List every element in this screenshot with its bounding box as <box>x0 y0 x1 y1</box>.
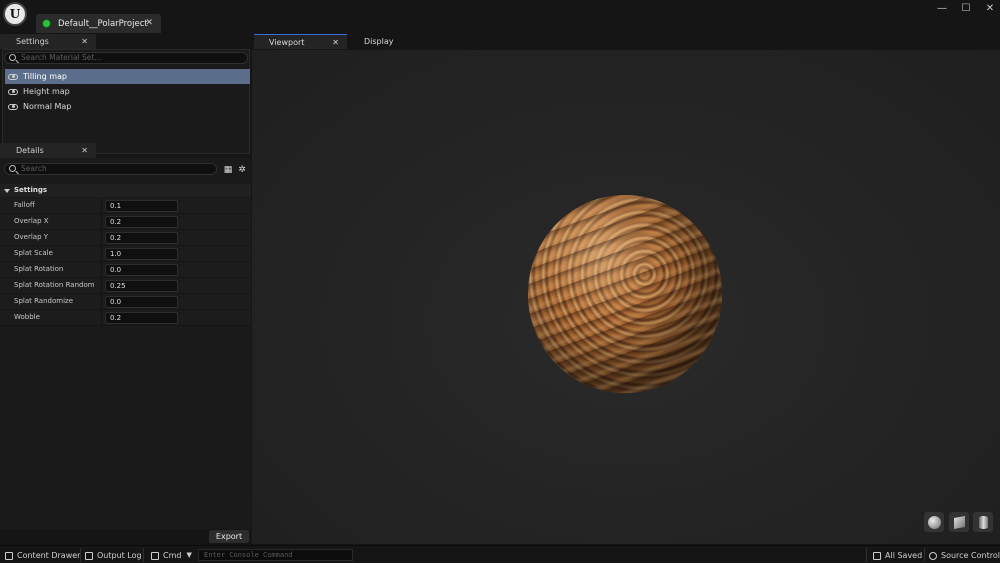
falloff-input[interactable]: 0.1 <box>105 200 178 212</box>
terminal-icon <box>151 551 159 560</box>
viewport[interactable] <box>252 50 1000 544</box>
project-title: Default__PolarProject <box>58 18 148 29</box>
section-label: Settings <box>14 186 48 194</box>
material-set-search-input[interactable]: Search Material Set... <box>4 52 248 64</box>
save-icon <box>873 551 881 560</box>
tab-viewport[interactable]: Viewport ✕ <box>254 34 347 49</box>
layer-item-height-map[interactable]: Height map <box>5 84 250 99</box>
layer-label: Normal Map <box>23 102 72 111</box>
property-name: Overlap Y <box>14 233 49 241</box>
property-name: Splat Randomize <box>14 297 73 305</box>
property-name: Splat Rotation <box>14 265 64 273</box>
property-name: Wobble <box>14 313 40 321</box>
details-search-input[interactable]: Search <box>4 163 217 175</box>
project-tab[interactable]: Default__PolarProject ✕ <box>36 14 161 33</box>
settings-gear-icon[interactable]: ✲ <box>237 165 247 175</box>
property-row-splat-rotation-random: Splat Rotation Random 0.25 <box>0 278 251 294</box>
content-drawer-button[interactable]: Content Drawer <box>5 549 80 562</box>
status-bar: Content Drawer Output Log Cmd ▼ Enter Co… <box>0 545 1000 563</box>
title-bar: U Default__PolarProject ✕ — ☐ ✕ <box>0 0 1000 34</box>
splat-randomize-input[interactable]: 0.0 <box>105 296 178 308</box>
overlap-y-input[interactable]: 0.2 <box>105 232 178 244</box>
export-button[interactable]: Export <box>209 530 249 543</box>
close-details-tab-icon[interactable]: ✕ <box>81 143 88 158</box>
close-settings-tab-icon[interactable]: ✕ <box>81 34 88 49</box>
source-control-icon <box>929 551 937 560</box>
layer-label: Height map <box>23 87 70 96</box>
property-row-overlap-y: Overlap Y 0.2 <box>0 230 251 246</box>
chevron-down-icon: ▼ <box>186 551 192 559</box>
property-row-falloff: Falloff 0.1 <box>0 198 251 214</box>
material-set-list: Search Material Set... Tilling map Heigh… <box>2 49 250 154</box>
all-saved-indicator[interactable]: All Saved <box>873 549 922 562</box>
property-row-splat-scale: Splat Scale 1.0 <box>0 246 251 262</box>
property-row-splat-randomize: Splat Randomize 0.0 <box>0 294 251 310</box>
unreal-logo-icon[interactable]: U <box>3 2 27 26</box>
settings-section-header[interactable]: Settings <box>0 184 251 197</box>
cmd-label: Cmd <box>163 551 182 560</box>
output-log-icon <box>85 551 93 560</box>
left-panels: Settings ✕ Search Material Set... Tillin… <box>0 34 251 544</box>
layer-label: Tilling map <box>23 72 67 81</box>
close-project-tab-icon[interactable]: ✕ <box>145 18 153 28</box>
cylinder-icon[interactable] <box>973 512 993 532</box>
tab-details[interactable]: Details ✕ <box>0 143 96 158</box>
table-view-icon[interactable]: ▦ <box>223 165 233 175</box>
eye-icon[interactable] <box>8 88 18 95</box>
content-drawer-icon <box>5 551 13 560</box>
source-control-label: Source Control <box>941 551 1000 560</box>
search-icon <box>9 165 16 172</box>
cube-icon[interactable] <box>949 512 969 532</box>
project-icon <box>42 19 51 28</box>
output-log-button[interactable]: Output Log <box>85 549 142 562</box>
display-menu[interactable]: Display <box>364 34 394 49</box>
property-name: Falloff <box>14 201 35 209</box>
property-row-overlap-x: Overlap X 0.2 <box>0 214 251 230</box>
splat-rotation-input[interactable]: 0.0 <box>105 264 178 276</box>
console-command-input[interactable]: Enter Console Command <box>198 549 353 561</box>
wobble-input[interactable]: 0.2 <box>105 312 178 324</box>
property-row-splat-rotation: Splat Rotation 0.0 <box>0 262 251 278</box>
eye-icon[interactable] <box>8 73 18 80</box>
layer-item-normal-map[interactable]: Normal Map <box>5 99 250 114</box>
tab-viewport-label: Viewport <box>269 38 305 47</box>
collapse-arrow-icon[interactable] <box>4 189 10 193</box>
property-name: Splat Rotation Random <box>14 281 95 289</box>
source-control-button[interactable]: Source Control <box>929 549 1000 562</box>
viewport-tab-bar: Viewport ✕ Display <box>251 34 1000 50</box>
splat-rotation-random-input[interactable]: 0.25 <box>105 280 178 292</box>
all-saved-label: All Saved <box>885 551 923 560</box>
property-row-wobble: Wobble 0.2 <box>0 310 251 326</box>
output-log-label: Output Log <box>97 551 142 560</box>
close-window-button[interactable]: ✕ <box>980 2 1000 16</box>
material-preview-sphere <box>528 195 722 393</box>
property-name: Splat Scale <box>14 249 53 257</box>
tab-details-label: Details <box>16 146 44 155</box>
tab-settings-label: Settings <box>16 37 49 46</box>
details-panel: Search ▦ ✲ Settings Falloff 0.1 Overlap … <box>0 158 251 529</box>
sphere-icon[interactable] <box>924 512 944 532</box>
overlap-x-input[interactable]: 0.2 <box>105 216 178 228</box>
maximize-button[interactable]: ☐ <box>956 2 976 16</box>
cmd-dropdown[interactable]: Cmd ▼ <box>151 549 192 562</box>
layer-item-tilling-map[interactable]: Tilling map <box>5 69 250 84</box>
content-drawer-label: Content Drawer <box>17 551 81 560</box>
tab-settings[interactable]: Settings ✕ <box>0 34 96 49</box>
search-icon <box>9 54 16 61</box>
splat-scale-input[interactable]: 1.0 <box>105 248 178 260</box>
property-name: Overlap X <box>14 217 49 225</box>
eye-icon[interactable] <box>8 103 18 110</box>
close-viewport-tab-icon[interactable]: ✕ <box>332 35 339 50</box>
minimize-button[interactable]: — <box>932 2 952 16</box>
